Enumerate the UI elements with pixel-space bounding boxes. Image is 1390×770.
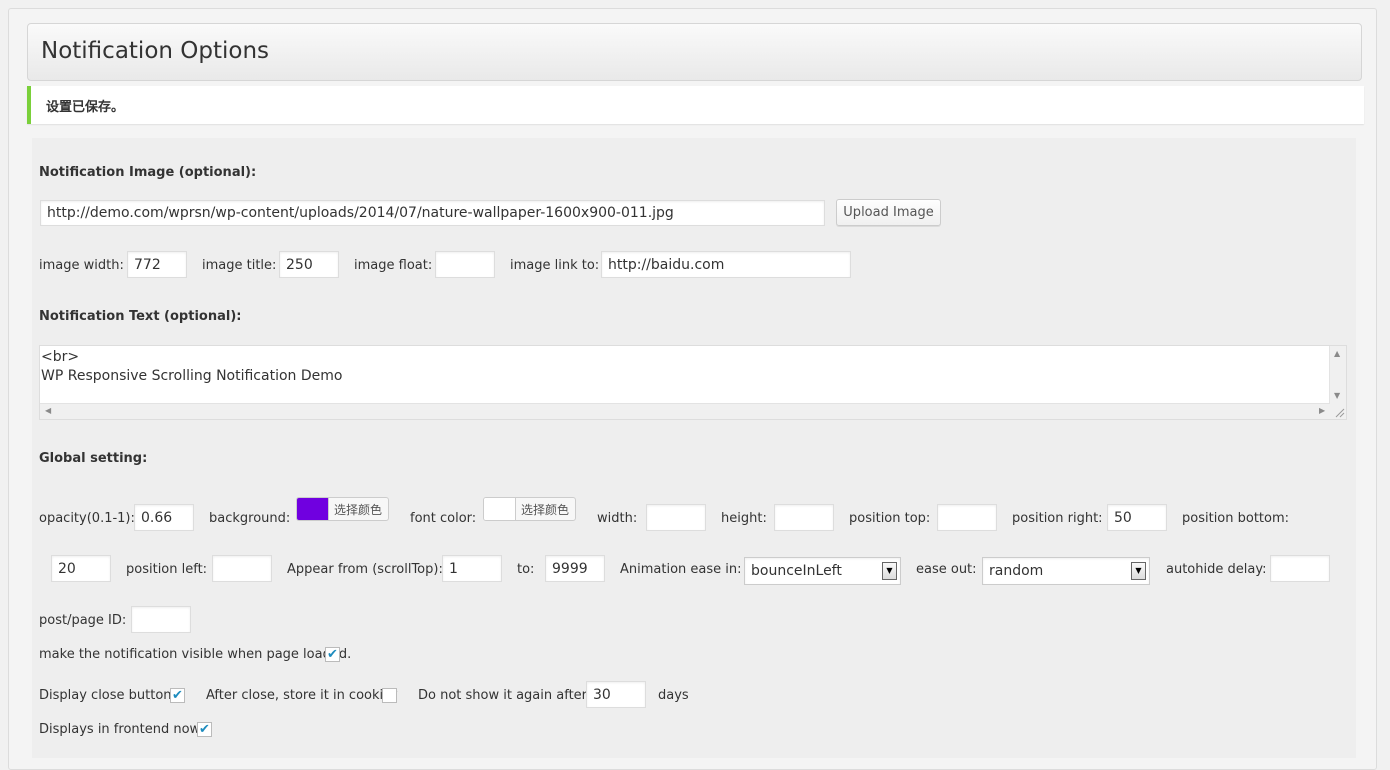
visible-on-load-checkbox[interactable]: ✔ — [325, 647, 340, 662]
resize-grip-icon[interactable] — [1330, 404, 1346, 419]
scroll-right-icon[interactable]: ▶ — [1319, 407, 1325, 415]
height-label: height: — [721, 511, 767, 526]
position-top-label: position top: — [849, 511, 931, 526]
close-button-checkbox[interactable]: ✔ — [170, 688, 185, 703]
image-link-input[interactable] — [601, 251, 851, 278]
appear-from-label: Appear from (scrollTop): — [287, 562, 443, 577]
position-right-label: position right: — [1012, 511, 1103, 526]
background-label: background: — [209, 511, 291, 526]
opacity-label: opacity(0.1-1): — [39, 511, 135, 526]
scroll-left-icon[interactable]: ◀ — [45, 407, 51, 415]
choose-color-label: 选择颜色 — [334, 503, 383, 517]
position-bottom-input[interactable] — [51, 555, 111, 582]
ease-in-select[interactable]: bounceInLeft ▼ — [744, 557, 901, 585]
frontend-label: Displays in frontend now? — [39, 722, 208, 737]
opacity-input[interactable] — [134, 504, 194, 531]
cookie-label: After close, store it in cookie? — [206, 688, 399, 703]
appear-to-label: to: — [517, 562, 535, 577]
text-section-heading: Notification Text (optional): — [39, 309, 242, 324]
notification-text-content: <br> WP Responsive Scrolling Notificatio… — [41, 349, 343, 384]
vertical-scrollbar[interactable]: ▲ ▼ — [1329, 346, 1346, 404]
not-show-days-input[interactable] — [586, 681, 646, 708]
width-label: width: — [597, 511, 638, 526]
not-show-label: Do not show it again after: — [418, 688, 592, 703]
scroll-down-icon[interactable]: ▼ — [1334, 392, 1340, 400]
font-color-swatch — [484, 498, 516, 520]
font-color-label: font color: — [410, 511, 477, 526]
position-left-label: position left: — [126, 562, 208, 577]
position-top-input[interactable] — [937, 504, 997, 531]
autohide-input[interactable] — [1270, 555, 1330, 582]
cookie-checkbox[interactable] — [382, 688, 397, 703]
page-header: Notification Options — [27, 23, 1362, 81]
check-icon: ✔ — [327, 647, 338, 662]
autohide-label: autohide delay: — [1166, 562, 1267, 577]
choose-color-label: 选择颜色 — [521, 503, 570, 517]
background-color-swatch — [297, 498, 329, 520]
position-right-input[interactable] — [1107, 504, 1167, 531]
width-input[interactable] — [646, 504, 706, 531]
ease-in-label: Animation ease in: — [620, 562, 742, 577]
image-title-label: image title: — [202, 258, 277, 273]
upload-image-button[interactable]: Upload Image — [836, 199, 941, 226]
page-title: Notification Options — [41, 38, 270, 64]
image-width-label: image width: — [39, 258, 124, 273]
chevron-down-icon[interactable]: ▼ — [1131, 562, 1146, 580]
image-float-label: image float: — [354, 258, 433, 273]
image-url-input[interactable] — [40, 200, 825, 226]
height-input[interactable] — [774, 504, 834, 531]
days-label: days — [658, 688, 689, 703]
scroll-up-icon[interactable]: ▲ — [1334, 350, 1340, 358]
post-id-input[interactable] — [131, 606, 191, 633]
settings-panel — [32, 138, 1356, 758]
image-float-input[interactable] — [435, 251, 495, 278]
position-bottom-label: position bottom: — [1182, 511, 1290, 526]
image-section-heading: Notification Image (optional): — [39, 165, 257, 180]
appear-from-input[interactable] — [442, 555, 502, 582]
chevron-down-icon[interactable]: ▼ — [882, 562, 897, 580]
close-button-label: Display close button? — [39, 688, 179, 703]
image-title-input[interactable] — [279, 251, 339, 278]
check-icon: ✔ — [199, 722, 210, 737]
global-section-heading: Global setting: — [39, 451, 148, 466]
image-width-input[interactable] — [127, 251, 187, 278]
check-icon: ✔ — [172, 688, 183, 703]
notification-text-area[interactable]: <br> WP Responsive Scrolling Notificatio… — [39, 345, 1347, 420]
font-color-picker[interactable]: 选择颜色 — [483, 497, 576, 521]
ease-in-value: bounceInLeft — [751, 563, 842, 579]
notice-text: 设置已保存。 — [46, 100, 125, 115]
ease-out-select[interactable]: random ▼ — [982, 557, 1150, 585]
background-color-picker[interactable]: 选择颜色 — [296, 497, 389, 521]
ease-out-value: random — [989, 563, 1044, 579]
settings-saved-notice: 设置已保存。 — [27, 86, 1364, 124]
appear-to-input[interactable] — [545, 555, 605, 582]
horizontal-scrollbar[interactable]: ◀ ▶ — [40, 403, 1330, 419]
ease-out-label: ease out: — [916, 562, 977, 577]
visible-on-load-label: make the notification visible when page … — [39, 647, 352, 662]
position-left-input[interactable] — [212, 555, 272, 582]
frontend-checkbox[interactable]: ✔ — [197, 722, 212, 737]
post-id-label: post/page ID: — [39, 613, 127, 628]
image-link-label: image link to: — [510, 258, 600, 273]
